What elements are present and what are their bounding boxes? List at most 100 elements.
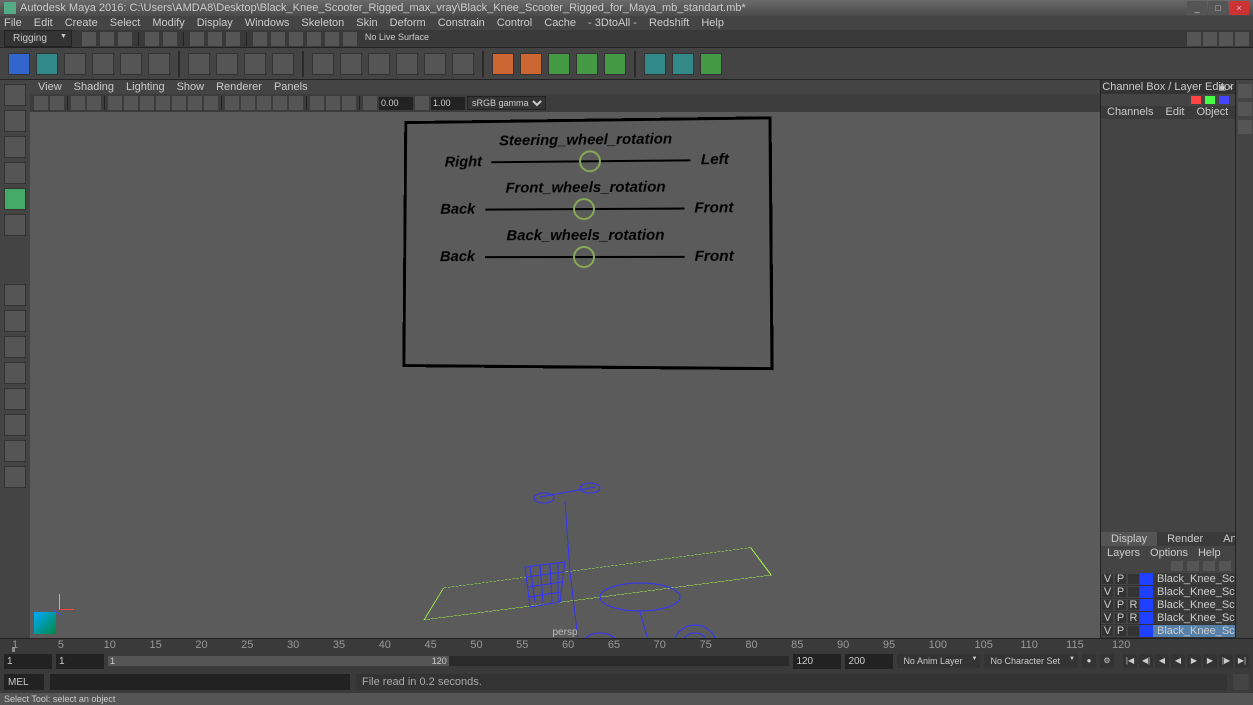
range-start-outer-field[interactable] [4, 654, 52, 669]
step-forward-key-button[interactable]: |▶ [1219, 654, 1233, 668]
shelf-tool[interactable] [424, 53, 446, 75]
layer-color-swatch[interactable] [1140, 573, 1153, 585]
channelbox-toggle-icon[interactable] [1235, 32, 1249, 46]
maximize-button[interactable]: □ [1208, 1, 1228, 15]
layer-tab[interactable]: Render [1157, 532, 1213, 546]
vp-field-chart-icon[interactable] [172, 96, 186, 110]
layer-row[interactable]: VPRBlack_Knee_Scooter_R [1101, 599, 1235, 612]
shelf-tool[interactable] [520, 53, 542, 75]
shelf-tool[interactable] [64, 53, 86, 75]
layout-two-v[interactable] [4, 362, 26, 384]
control-knob[interactable] [573, 198, 595, 220]
layer-row[interactable]: VPRBlack_Knee_Scooter_R [1101, 612, 1235, 625]
close-button[interactable]: × [1229, 1, 1249, 15]
vp-shadows-icon[interactable] [289, 96, 303, 110]
layer-visibility-toggle[interactable]: V [1101, 599, 1114, 611]
play-forward-button[interactable]: ▶ [1187, 654, 1201, 668]
layout-four[interactable] [4, 310, 26, 332]
move-tool[interactable] [4, 162, 26, 184]
select-object-icon[interactable] [208, 32, 222, 46]
viewport[interactable]: Steering_wheel_rotation Right Left Front… [30, 112, 1100, 638]
autokey-toggle-icon[interactable]: ● [1082, 654, 1096, 668]
tool-settings-icon[interactable] [1238, 120, 1252, 134]
viewport-menu-item[interactable]: View [38, 81, 62, 93]
vp-camera-select-icon[interactable] [34, 96, 48, 110]
vp-gate-mask-icon[interactable] [156, 96, 170, 110]
menu-item[interactable]: Skeleton [301, 17, 344, 29]
range-slider[interactable]: 1 120 [108, 656, 789, 666]
channelbox-tab[interactable]: Object [1190, 106, 1234, 119]
layer-menu-item[interactable]: Layers [1107, 547, 1140, 559]
layer-menu-item[interactable]: Help [1198, 547, 1221, 559]
menu-item[interactable]: Edit [34, 17, 53, 29]
vp-textured-icon[interactable] [257, 96, 271, 110]
shelf-tool[interactable] [120, 53, 142, 75]
vp-grid-icon[interactable] [108, 96, 122, 110]
shelf-tool[interactable] [672, 53, 694, 75]
vp-colorspace-dropdown[interactable]: sRGB gamma [467, 96, 546, 110]
range-slider-handle[interactable]: 1 120 [108, 656, 449, 666]
workspace-dropdown[interactable]: Rigging [4, 30, 72, 47]
anim-layer-dropdown[interactable]: No Anim Layer [897, 654, 980, 668]
menu-item[interactable]: - 3DtoAll - [588, 17, 637, 29]
channelbox-tab[interactable]: Edit [1159, 106, 1190, 119]
vp-smooth-shade-icon[interactable] [241, 96, 255, 110]
snap-plane-icon[interactable] [307, 32, 321, 46]
vp-xray-joints-icon[interactable] [342, 96, 356, 110]
save-scene-icon[interactable] [118, 32, 132, 46]
script-language-field[interactable] [4, 674, 44, 690]
layer-type-toggle[interactable] [1127, 586, 1140, 598]
layer-visibility-toggle[interactable]: V [1101, 586, 1114, 598]
color-swatch[interactable] [1205, 96, 1215, 104]
layer-color-swatch[interactable] [1140, 612, 1153, 624]
select-tool[interactable] [4, 84, 26, 106]
vp-exposure-icon[interactable] [363, 96, 377, 110]
step-back-key-button[interactable]: ◀| [1139, 654, 1153, 668]
viewport-menu-item[interactable]: Shading [74, 81, 114, 93]
vp-camera-lock-icon[interactable] [50, 96, 64, 110]
panel-close-icon[interactable]: ▣ × [1219, 81, 1233, 95]
layer-playback-toggle[interactable]: P [1114, 625, 1127, 637]
layer-menu-item[interactable]: Options [1150, 547, 1188, 559]
menu-item[interactable]: Help [701, 17, 724, 29]
snap-point-icon[interactable] [289, 32, 303, 46]
command-input[interactable] [50, 674, 350, 690]
modeling-toolkit-icon[interactable] [1238, 84, 1252, 98]
shelf-tool[interactable] [148, 53, 170, 75]
new-scene-icon[interactable] [82, 32, 96, 46]
shelf-tool[interactable] [452, 53, 474, 75]
play-back-button[interactable]: ◀ [1171, 654, 1185, 668]
layer-row[interactable]: VPBlack_Knee_Scooter_R [1101, 586, 1235, 599]
vp-resolution-gate-icon[interactable] [140, 96, 154, 110]
vp-gamma-icon[interactable] [415, 96, 429, 110]
control-knob[interactable] [573, 245, 595, 267]
menu-item[interactable]: Cache [544, 17, 576, 29]
scooter-model[interactable] [500, 472, 720, 638]
redo-icon[interactable] [163, 32, 177, 46]
range-end-outer-field[interactable] [845, 654, 893, 669]
layer-row[interactable]: VPBlack_Knee_Scooter_R [1101, 573, 1235, 586]
step-forward-button[interactable]: ▶ [1203, 654, 1217, 668]
snap-live-icon[interactable] [325, 32, 339, 46]
step-back-button[interactable]: ◀ [1155, 654, 1169, 668]
sidebar-toggle-icon[interactable] [1187, 32, 1201, 46]
layer-type-toggle[interactable]: R [1127, 612, 1140, 624]
layout-hypershade[interactable] [4, 440, 26, 462]
select-hierarchy-icon[interactable] [190, 32, 204, 46]
color-swatch[interactable] [1219, 96, 1229, 104]
layer-visibility-toggle[interactable]: V [1101, 612, 1114, 624]
shelf-tool[interactable] [492, 53, 514, 75]
vp-safe-title-icon[interactable] [204, 96, 218, 110]
vp-wireframe-icon[interactable] [225, 96, 239, 110]
menu-item[interactable]: Select [110, 17, 141, 29]
menu-item[interactable]: Deform [390, 17, 426, 29]
layer-move-down-icon[interactable] [1187, 561, 1199, 571]
shelf-tool[interactable] [396, 53, 418, 75]
vp-gamma-field[interactable] [431, 97, 465, 110]
menu-item[interactable]: Skin [356, 17, 377, 29]
shelf-tool[interactable] [644, 53, 666, 75]
menu-item[interactable]: Constrain [438, 17, 485, 29]
viewport-menu-item[interactable]: Lighting [126, 81, 165, 93]
vp-safe-action-icon[interactable] [188, 96, 202, 110]
tool-settings-toggle-icon[interactable] [1219, 32, 1233, 46]
